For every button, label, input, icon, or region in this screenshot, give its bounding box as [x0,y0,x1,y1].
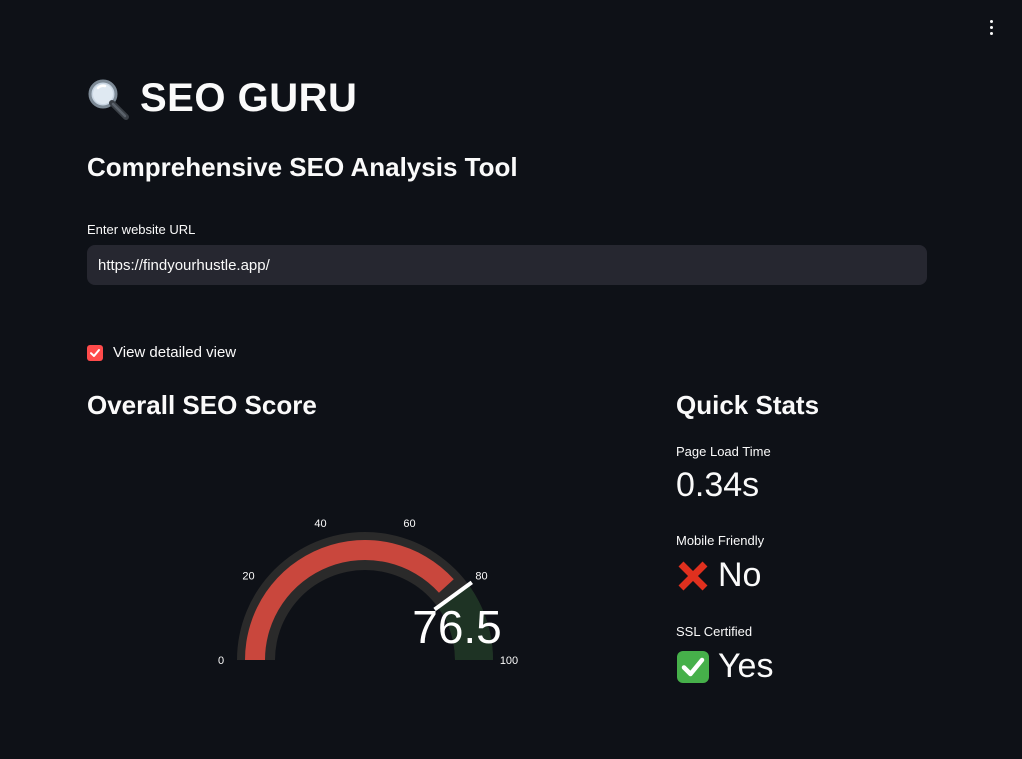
cross-mark-icon [676,559,710,593]
gauge-tick-label: 100 [500,655,518,667]
menu-dot-icon [989,31,993,35]
stat-label-mobile-friendly: Mobile Friendly [676,533,765,548]
page-subtitle: Comprehensive SEO Analysis Tool [87,152,518,182]
main-menu-button[interactable] [978,14,1004,40]
menu-dot-icon [989,25,993,29]
stat-value-mobile-friendly: No [676,556,761,595]
detailed-view-checkbox[interactable]: View detailed view [87,344,236,361]
stat-label-ssl: SSL Certified [676,624,753,639]
seo-score-heading: Overall SEO Score [87,390,317,420]
gauge-tick-label: 80 [475,570,487,582]
seo-score-gauge: 0 20 40 60 80 100 76.5 [218,518,518,667]
gauge-tick-label: 0 [218,655,224,667]
magnifier-icon [88,79,129,120]
menu-dot-icon [989,19,993,23]
mobile-friendly-value: No [718,556,762,594]
checkbox-checked-icon[interactable] [87,344,103,361]
stat-label-page-load: Page Load Time [676,444,771,459]
ssl-certified-value: Yes [718,647,774,685]
url-input-label: Enter website URL [87,222,196,237]
quick-stats-heading: Quick Stats [676,390,820,420]
stat-value-page-load: 0.34s [676,466,759,505]
seo-score-value: 76.5 [412,601,502,653]
gauge-tick-label: 20 [242,570,254,582]
page-title: SEO GURU [140,76,358,120]
check-icon [90,348,100,357]
gauge-tick-label: 60 [403,518,415,530]
app-page: SEO GURU Comprehensive SEO Analysis Tool… [0,0,1022,759]
title-row: SEO GURU [86,76,357,121]
website-url-input[interactable] [87,245,927,285]
gauge-tick-label: 40 [314,518,326,530]
detailed-view-label: View detailed view [113,344,237,361]
page-load-time-value: 0.34s [676,466,760,504]
stat-value-ssl: Yes [676,647,773,686]
check-mark-icon [676,650,710,684]
